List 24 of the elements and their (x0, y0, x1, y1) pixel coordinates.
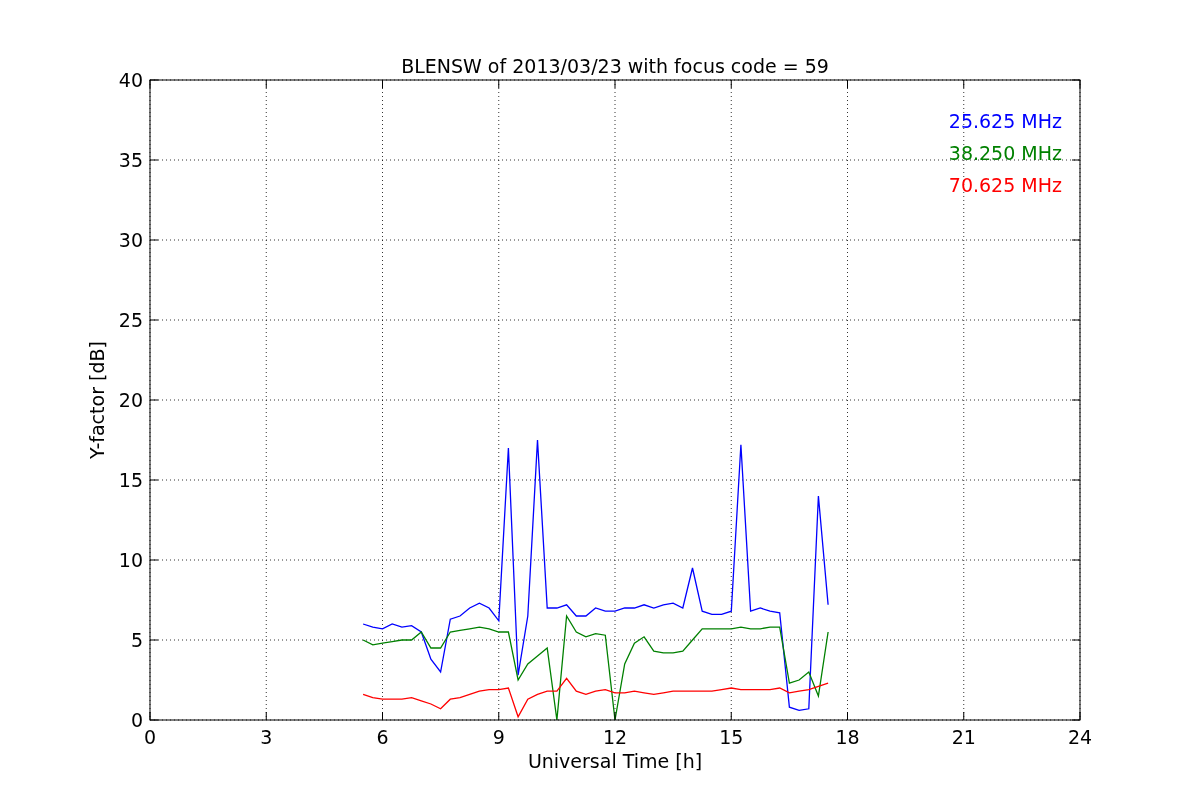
tick-label: 24 (1067, 726, 1093, 748)
x-axis-label: Universal Time [h] (527, 750, 703, 772)
tick-label: 40 (118, 69, 143, 91)
tick-label: 21 (951, 726, 976, 748)
legend-label: 70.625 MHz (948, 174, 1062, 196)
tick-label: 12 (602, 726, 628, 748)
legend-label: 25.625 MHz (948, 110, 1062, 132)
legend-label: 38.250 MHz (948, 142, 1062, 164)
tick-label: 20 (118, 389, 143, 411)
chart-title: BLENSW of 2013/03/23 with focus code = 59 (401, 55, 829, 77)
tick-label: 6 (376, 726, 389, 748)
tick-label: 30 (118, 229, 143, 251)
y-axis-label: Y-factor [dB] (86, 341, 108, 459)
tick-label: 10 (118, 549, 143, 571)
tick-label: 3 (260, 726, 273, 748)
tick-label: 18 (835, 726, 860, 748)
tick-label: 9 (492, 726, 505, 748)
tick-label: 25 (118, 309, 143, 331)
tick-label: 0 (130, 709, 143, 731)
tick-label: 5 (130, 629, 143, 651)
tick-label: 15 (118, 469, 143, 491)
tick-label: 35 (118, 149, 143, 171)
tick-label: 0 (143, 726, 157, 748)
tick-label: 15 (719, 726, 744, 748)
